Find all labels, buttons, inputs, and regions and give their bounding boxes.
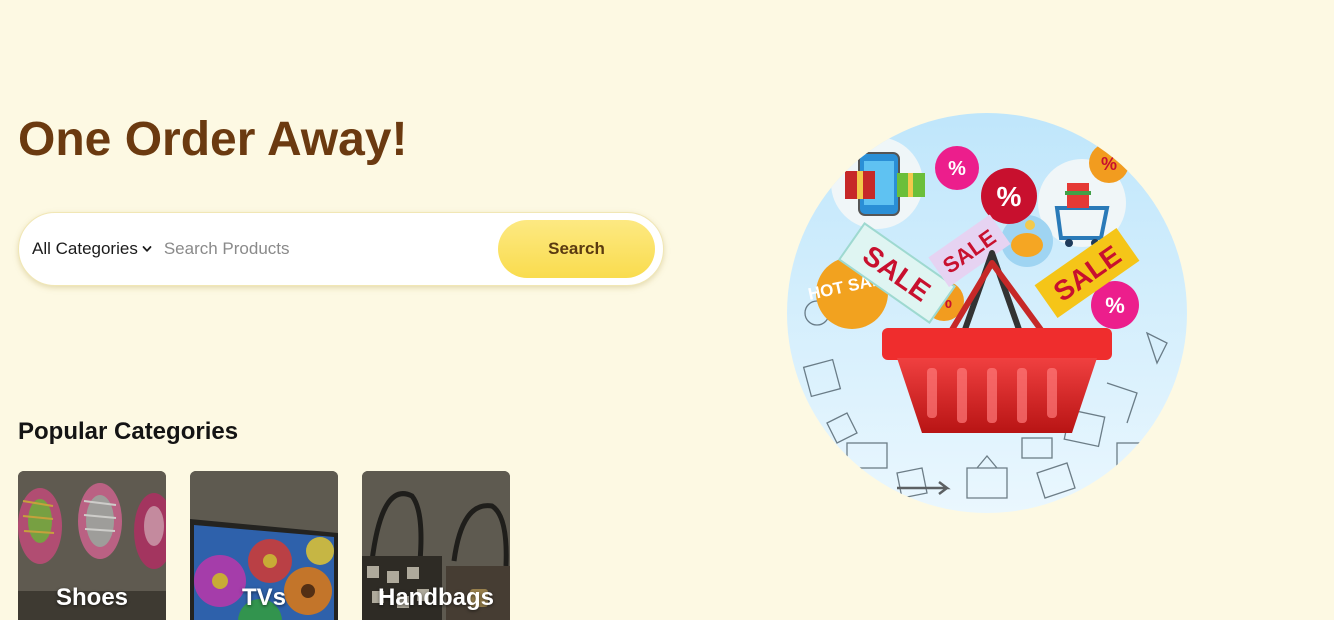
category-card-handbags[interactable]: Handbags — [362, 471, 510, 620]
percent-badge: % — [1101, 154, 1117, 174]
search-bar: All Categories Search — [18, 212, 664, 286]
category-card-shoes[interactable]: Shoes — [18, 471, 166, 620]
popular-categories-title: Popular Categories — [18, 418, 239, 445]
search-input[interactable] — [163, 229, 498, 269]
category-card-tvs[interactable]: TVs — [190, 471, 338, 620]
category-dropdown[interactable]: All Categories — [19, 213, 152, 285]
category-label: Shoes — [55, 584, 129, 611]
chevron-down-icon — [142, 244, 152, 254]
percent-badge: % — [997, 181, 1022, 212]
percent-badge: % — [948, 158, 966, 180]
percent-badge: % — [1105, 293, 1125, 318]
category-dropdown-label: All Categories — [32, 239, 138, 258]
search-button[interactable]: Search — [498, 220, 655, 278]
hero-illustration: % % % % % HOT SALE SALE SALE — [787, 113, 1187, 513]
category-label: TVs — [241, 584, 286, 611]
category-label: Handbags — [377, 584, 494, 611]
category-list: Shoes TVs Handbags — [18, 471, 510, 620]
hero-title: One Order Away! — [18, 113, 408, 166]
